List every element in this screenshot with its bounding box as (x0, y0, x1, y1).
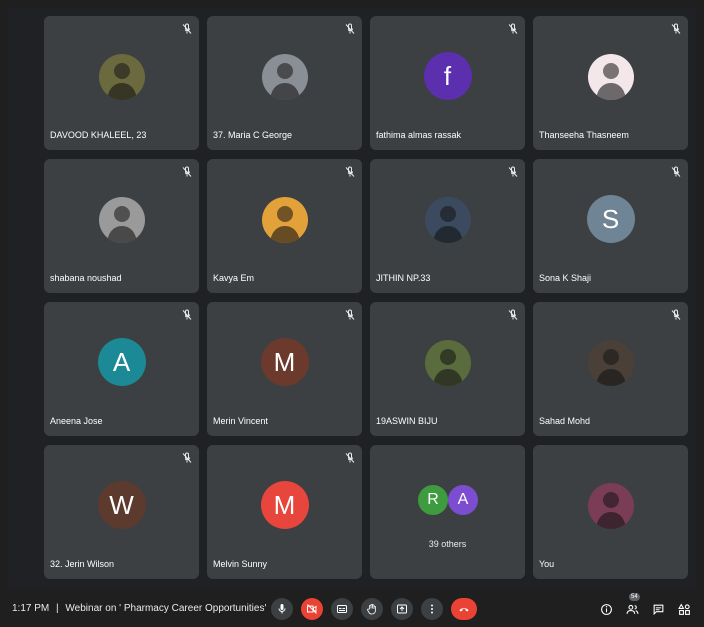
participant-tile[interactable]: DAVOOD KHALEEL, 23 (44, 16, 199, 150)
more-vert-icon (431, 604, 433, 614)
participant-tile[interactable]: Kavya Em (207, 159, 362, 293)
participant-name: Sona K Shaji (539, 273, 592, 283)
avatar-photo (424, 197, 471, 243)
end-call-button[interactable] (451, 598, 477, 620)
participant-tile[interactable]: Sahad Mohd (533, 302, 688, 436)
participant-count-badge: 54 (629, 593, 640, 601)
avatar-initial: A (97, 338, 146, 386)
camera-button[interactable] (301, 598, 323, 620)
participant-tile[interactable]: A Aneena Jose (44, 302, 199, 436)
participant-name: DAVOOD KHALEEL, 23 (50, 130, 147, 140)
participant-name: Aneena Jose (50, 416, 103, 426)
participant-tile[interactable]: W 32. Jerin Wilson (44, 445, 199, 579)
captions-button[interactable] (331, 598, 353, 620)
mic-off-icon (181, 308, 193, 320)
participant-name: You (539, 559, 555, 569)
avatar-photo (98, 197, 145, 243)
participant-tile[interactable]: f fathima almas rassak (370, 16, 525, 150)
participant-name: fathima almas rassak (376, 130, 462, 140)
participant-name: 19ASWIN BIJU (376, 416, 438, 426)
participant-tile[interactable]: 19ASWIN BIJU (370, 302, 525, 436)
participant-tile[interactable]: JITHIN NP.33 (370, 159, 525, 293)
others-avatar-initial: A (448, 485, 478, 515)
others-tile[interactable]: R A 39 others (370, 445, 525, 579)
participant-grid: DAVOOD KHALEEL, 23 37. Maria C George f fat… (44, 16, 688, 579)
present-button[interactable] (391, 598, 413, 620)
meeting-time: 1:17 PM (12, 603, 50, 614)
meeting-title: Webinar on ' Pharmacy Career Opportuniti… (65, 603, 267, 614)
participant-tile[interactable]: Thanseeha Thasneem (533, 16, 688, 150)
call-controls (271, 598, 477, 622)
chat-button[interactable] (650, 598, 666, 620)
avatar-initial: M (260, 481, 309, 529)
avatar-photo (587, 54, 634, 100)
bottom-bar: 1:17 PM | Webinar on ' Pharmacy Career O… (0, 592, 704, 627)
avatar-initial: S (586, 195, 635, 243)
mic-off-icon (181, 165, 193, 177)
participant-name: Melvin Sunny (213, 559, 268, 569)
others-avatar-initial: R (418, 485, 448, 515)
more-options-button[interactable] (421, 598, 443, 620)
participant-name: Sahad Mohd (539, 416, 591, 426)
participant-name: JITHIN NP.33 (376, 273, 431, 283)
participant-name: 32. Jerin Wilson (50, 559, 115, 569)
participant-name: Kavya Em (213, 273, 255, 283)
participant-name: 37. Maria C George (213, 130, 293, 140)
others-count: 39 others (428, 539, 467, 549)
info-icon (600, 603, 612, 615)
participant-tile[interactable]: S Sona K Shaji (533, 159, 688, 293)
meeting-stage: DAVOOD KHALEEL, 23 37. Maria C George f fat… (8, 8, 696, 588)
participant-tile[interactable]: M Melvin Sunny (207, 445, 362, 579)
mic-off-icon (344, 165, 356, 177)
end-call-icon (459, 608, 469, 612)
mic-off-icon (670, 22, 682, 34)
mic-off-icon (507, 308, 519, 320)
camera-off-icon (307, 604, 317, 614)
mic-off-icon (507, 165, 519, 177)
people-button[interactable]: 54 (624, 593, 640, 620)
mic-off-icon (344, 22, 356, 34)
avatar-photo (261, 197, 308, 243)
mic-button[interactable] (271, 598, 293, 620)
avatar-photo (261, 54, 308, 100)
mic-icon (278, 604, 286, 614)
avatar-initial: f (423, 52, 472, 100)
self-tile[interactable]: You (533, 445, 688, 579)
captions-icon (337, 605, 347, 613)
mic-off-icon (507, 22, 519, 34)
hand-icon (367, 603, 376, 615)
mic-off-icon (670, 165, 682, 177)
present-icon (397, 604, 407, 614)
participant-tile[interactable]: M Merin Vincent (207, 302, 362, 436)
mic-off-icon (344, 451, 356, 463)
side-controls: 54 (598, 593, 692, 620)
mic-off-icon (181, 451, 193, 463)
avatar-photo (98, 54, 145, 100)
chat-icon (653, 604, 663, 615)
mic-off-icon (670, 308, 682, 320)
activities-icon (677, 603, 690, 615)
avatar-initial: M (260, 338, 309, 386)
participant-name: shabana noushad (50, 273, 122, 283)
separator: | (56, 603, 59, 614)
mic-off-icon (344, 308, 356, 320)
activities-button[interactable] (676, 598, 692, 620)
avatar-initial: W (97, 481, 146, 529)
raise-hand-button[interactable] (361, 598, 383, 620)
avatar-photo (587, 483, 634, 529)
meeting-details-button[interactable] (598, 598, 614, 620)
mic-off-icon (181, 22, 193, 34)
participant-tile[interactable]: 37. Maria C George (207, 16, 362, 150)
participant-tile[interactable]: shabana noushad (44, 159, 199, 293)
participant-name: Merin Vincent (213, 416, 268, 426)
others-avatars: RA (370, 485, 525, 525)
meeting-info: 1:17 PM | Webinar on ' Pharmacy Career O… (12, 603, 266, 614)
avatar-photo (587, 340, 634, 386)
avatar-photo (424, 340, 471, 386)
people-icon (626, 604, 638, 614)
participant-name: Thanseeha Thasneem (539, 130, 629, 140)
